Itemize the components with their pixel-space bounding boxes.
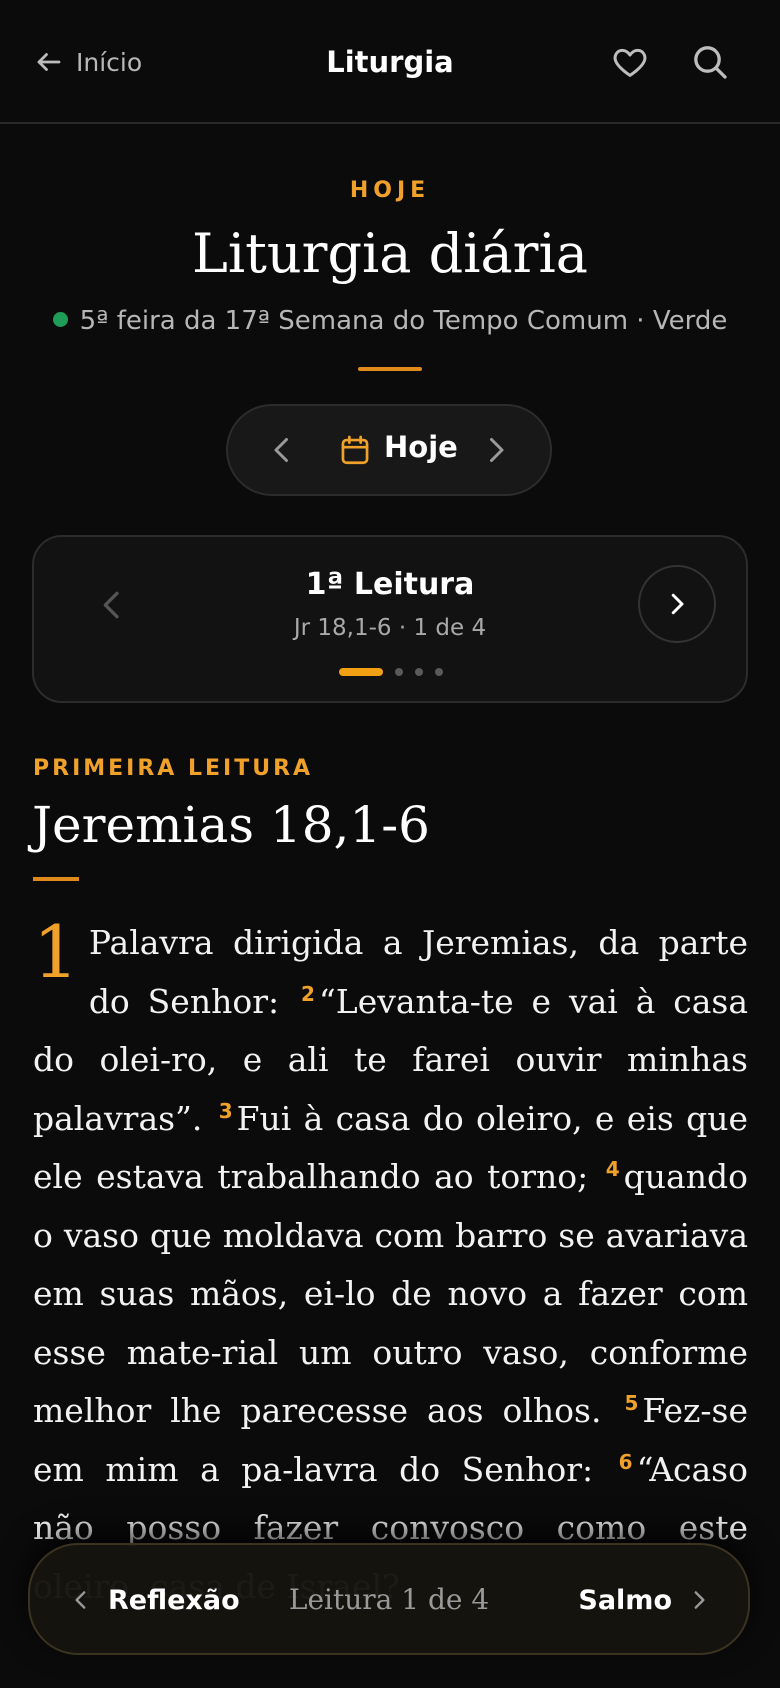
reading-selector-card: 1ª Leitura Jr 18,1-6 · 1 de 4 — [32, 535, 748, 703]
verse-number: 6 — [618, 1449, 633, 1474]
verse-text: quando o vaso que moldava com barro se a… — [33, 1157, 748, 1430]
verse-number: 2 — [300, 981, 315, 1006]
chevron-right-icon — [671, 593, 684, 615]
search-icon[interactable] — [690, 42, 730, 82]
verse-number: 5 — [624, 1391, 639, 1415]
heart-icon[interactable] — [610, 42, 650, 82]
verse-number-dropcap: 1 — [33, 910, 79, 994]
next-reading-button[interactable] — [638, 565, 716, 643]
chevron-right-icon — [694, 1591, 705, 1609]
page-indicator[interactable] — [415, 668, 423, 676]
next-section-button[interactable]: Salmo — [578, 1575, 712, 1625]
today-eyebrow: HOJE — [349, 178, 431, 203]
verse-number: 3 — [218, 1098, 233, 1123]
season-color-dot — [52, 312, 68, 327]
next-section-label: Salmo — [578, 1584, 672, 1616]
chevron-left-icon[interactable] — [264, 432, 300, 468]
date-navigator: Hoje — [226, 404, 552, 496]
page-indicator[interactable] — [435, 668, 443, 676]
reading-pagination — [339, 668, 443, 676]
reading-eyebrow: PRIMEIRA LEITURA — [33, 756, 314, 781]
liturgical-day-text: 5ª feira da 17ª Semana do Tempo Comum · … — [79, 306, 728, 336]
top-bar: Início Liturgia — [0, 0, 780, 124]
page-indicator-active[interactable] — [339, 668, 383, 676]
verse-number: 4 — [605, 1157, 620, 1181]
page-indicator[interactable] — [395, 668, 403, 676]
page-title: Liturgia — [326, 45, 454, 79]
title-divider — [358, 367, 422, 371]
calendar-icon[interactable] — [338, 432, 372, 468]
liturgical-day: 5ª feira da 17ª Semana do Tempo Comum · … — [0, 306, 780, 336]
reading-divider — [33, 877, 79, 881]
reading-text: 1 Palavra dirigida a Jeremias, da parte d… — [33, 914, 748, 1616]
main-title: Liturgia diária — [192, 222, 588, 285]
reading-title: Jeremias 18,1-6 — [32, 796, 430, 854]
bottom-reading-nav: Reflexão Leitura 1 de 4 Salmo — [28, 1543, 750, 1655]
chevron-right-icon[interactable] — [478, 432, 514, 468]
reading-card-subtitle: Jr 18,1-6 · 1 de 4 — [293, 615, 487, 641]
date-label[interactable]: Hoje — [384, 430, 458, 464]
